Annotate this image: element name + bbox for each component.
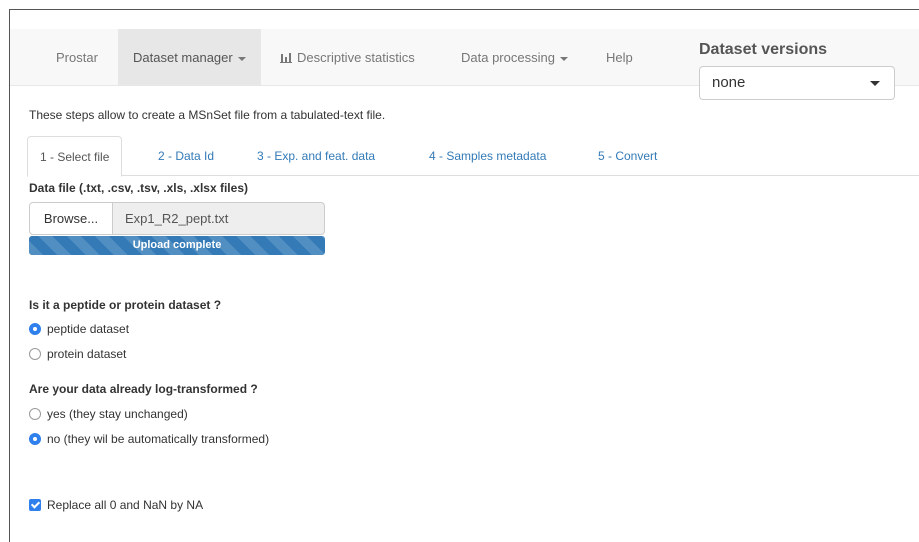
file-input-label: Data file (.txt, .csv, .tsv, .xls, .xlsx… [29, 181, 248, 195]
chevron-down-icon [237, 56, 246, 61]
step-tabs: 1 - Select file 2 - Data Id 3 - Exp. and… [27, 136, 919, 177]
radio-peptide-dataset[interactable]: peptide dataset [29, 321, 129, 337]
radio-unchecked-icon [29, 408, 41, 420]
tab-convert[interactable]: 5 - Convert [598, 136, 657, 176]
nav-data-processing-label: Data processing [461, 50, 555, 65]
radio-checked-icon [29, 433, 41, 445]
replace-na-label: Replace all 0 and NaN by NA [47, 498, 204, 512]
nav-descriptive-statistics[interactable]: Descriptive statistics [280, 29, 415, 86]
upload-progress-bar: Upload complete [29, 236, 325, 255]
browse-button[interactable]: Browse... [29, 202, 113, 235]
radio-unchecked-icon [29, 348, 41, 360]
dataset-versions-value: none [712, 74, 746, 91]
radio-peptide-label: peptide dataset [47, 322, 130, 336]
radio-log-no-label: no (they wil be automatically transforme… [47, 432, 270, 446]
tab-data-id[interactable]: 2 - Data Id [158, 136, 214, 176]
radio-checked-icon [29, 323, 41, 335]
nav-brand-prostar[interactable]: Prostar [56, 29, 98, 86]
nav-help-label: Help [606, 50, 633, 65]
tab-exp-feat-data[interactable]: 3 - Exp. and feat. data [257, 136, 375, 176]
radio-log-yes[interactable]: yes (they stay unchanged) [29, 406, 188, 422]
nav-help[interactable]: Help [606, 29, 633, 86]
radio-log-yes-label: yes (they stay unchanged) [47, 407, 188, 421]
nav-brand-label: Prostar [56, 50, 98, 65]
tab-exp-feat-data-label: 3 - Exp. and feat. data [257, 149, 376, 163]
log-transform-question: Are your data already log-transformed ? [29, 382, 258, 396]
tab-select-file-label: 1 - Select file [40, 150, 110, 164]
tab-select-file[interactable]: 1 - Select file [27, 136, 123, 177]
upload-progress-text: Upload complete [132, 239, 222, 251]
radio-log-no[interactable]: no (they wil be automatically transforme… [29, 431, 269, 447]
nav-dataset-manager-label: Dataset manager [133, 50, 233, 65]
intro-text: These steps allow to create a MSnSet fil… [29, 108, 386, 122]
tab-data-id-label: 2 - Data Id [158, 149, 215, 163]
nav-descriptive-statistics-label: Descriptive statistics [297, 50, 415, 65]
bar-chart-icon [280, 53, 292, 63]
checkbox-checked-icon [29, 499, 41, 511]
dataset-versions-select[interactable]: none [699, 66, 895, 100]
nav-data-processing[interactable]: Data processing [461, 29, 568, 86]
file-name-field[interactable]: Exp1_R2_pept.txt [112, 202, 325, 235]
nav-dataset-manager[interactable]: Dataset manager [118, 29, 261, 86]
radio-protein-dataset[interactable]: protein dataset [29, 346, 126, 362]
file-input-group: Browse... Exp1_R2_pept.txt [29, 202, 325, 235]
dropdown-arrow-icon [870, 81, 880, 86]
tab-samples-metadata[interactable]: 4 - Samples metadata [429, 136, 546, 176]
dataset-versions-label: Dataset versions [699, 41, 828, 58]
chevron-down-icon [559, 56, 568, 61]
tab-convert-label: 5 - Convert [598, 149, 658, 163]
tab-samples-metadata-label: 4 - Samples metadata [429, 149, 547, 163]
replace-na-checkbox[interactable]: Replace all 0 and NaN by NA [29, 497, 203, 513]
radio-protein-label: protein dataset [47, 347, 127, 361]
dataset-type-question: Is it a peptide or protein dataset ? [29, 298, 222, 312]
